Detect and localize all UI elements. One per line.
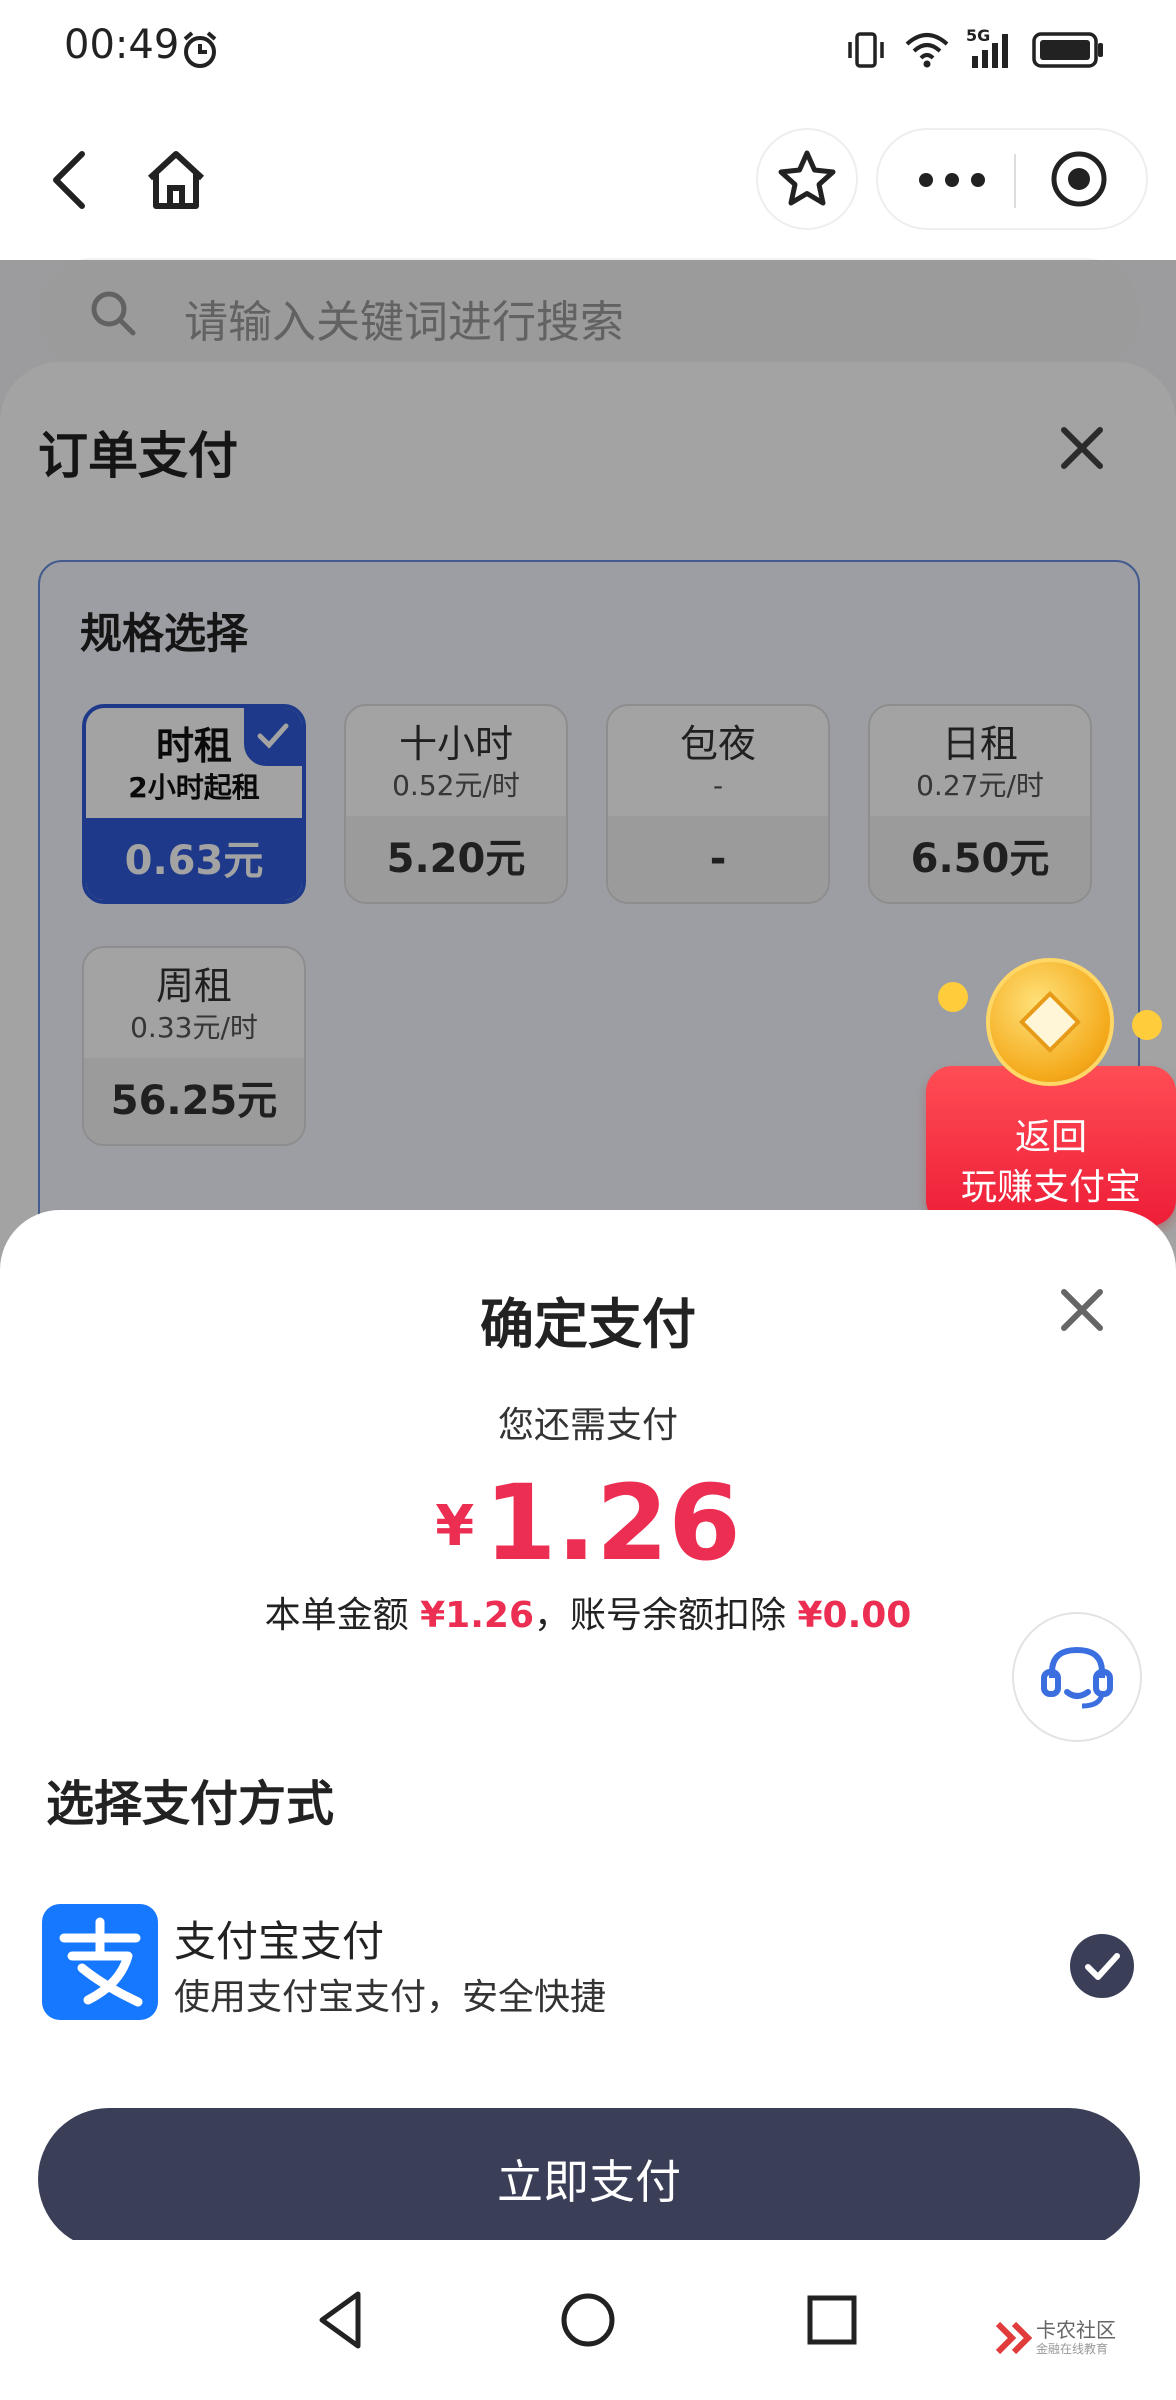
nav-back-icon[interactable]: [302, 2280, 382, 2360]
nav-home-icon[interactable]: [548, 2280, 628, 2360]
coin-sparkle: [938, 982, 968, 1012]
back-icon[interactable]: [38, 144, 110, 216]
customer-service-button[interactable]: [1012, 1612, 1142, 1742]
promo-line2: 玩赚支付宝: [960, 1167, 1141, 1208]
network-type: 5G: [966, 26, 991, 45]
status-bar: 00:49 5G: [0, 0, 1176, 100]
method-selected-check[interactable]: [1070, 1934, 1134, 1998]
watermark-sub: 金融在线教育: [1036, 2342, 1109, 2356]
payment-method-title: 选择支付方式: [46, 1776, 335, 1832]
alipay-method-name[interactable]: 支付宝支付: [174, 1908, 384, 1969]
more-icon[interactable]: [916, 170, 988, 190]
signal-icon: 5G: [966, 26, 1016, 70]
status-time: 00:49: [64, 22, 180, 68]
alipay-method-desc: 使用支付宝支付，安全快捷: [174, 1977, 607, 2018]
home-icon[interactable]: [140, 144, 212, 216]
headset-icon: [1041, 1646, 1113, 1709]
capsule-divider: [1014, 154, 1016, 208]
detail-label: 本单金额: [264, 1595, 409, 1636]
coin-diamond: [1018, 990, 1082, 1054]
coin-icon: [986, 958, 1114, 1086]
pay-amount: ¥1.26: [0, 1462, 1176, 1584]
favorite-button[interactable]: [756, 128, 858, 230]
need-pay-label: 您还需支付: [497, 1405, 678, 1446]
status-icons: 5G: [844, 26, 1106, 72]
confirm-payment-sheet: 确定支付 您还需支付 ¥1.26 本单金额 ¥1.26，账号余额扣除 ¥0.00…: [0, 1210, 1176, 2250]
wifi-icon: [905, 33, 949, 68]
watermark-logo-icon: [995, 2321, 1032, 2355]
vibrate-icon: [848, 32, 884, 68]
balance-deduction: ¥0.00: [797, 1595, 912, 1636]
watermark-text: 卡农社区: [1036, 2318, 1116, 2342]
checkmark-icon: [1085, 1953, 1120, 1980]
order-amount: ¥1.26: [420, 1595, 534, 1636]
return-promo-widget[interactable]: 返回 玩赚支付宝: [926, 958, 1176, 1226]
battery-icon: [1032, 32, 1103, 68]
amount-detail: 本单金额 ¥1.26，账号余额扣除 ¥0.00: [0, 1586, 1176, 1638]
alarm-icon: [183, 31, 217, 68]
pay-now-button[interactable]: 立即支付: [38, 2108, 1140, 2250]
target-icon[interactable]: [1048, 148, 1110, 210]
promo-box: 返回 玩赚支付宝: [926, 1066, 1176, 1226]
capsule-menu: [876, 128, 1148, 230]
amount-value: 1.26: [484, 1462, 741, 1584]
pay-title: 确定支付: [480, 1293, 696, 1356]
system-nav-bar: 卡农社区 金融在线教育: [0, 2240, 1176, 2400]
coin-sparkle: [1132, 1010, 1162, 1040]
close-icon[interactable]: [1054, 1282, 1110, 1338]
nav-recents-icon[interactable]: [792, 2280, 872, 2360]
promo-line1: 返回: [1014, 1117, 1087, 1158]
alipay-icon: [42, 1904, 158, 2020]
detail-separator: ，账号余额扣除: [534, 1595, 787, 1636]
star-icon: [778, 150, 836, 206]
currency-symbol: ¥: [435, 1494, 475, 1559]
watermark: 卡农社区 金融在线教育: [994, 2314, 1116, 2364]
mini-app-nav: [0, 100, 1176, 260]
